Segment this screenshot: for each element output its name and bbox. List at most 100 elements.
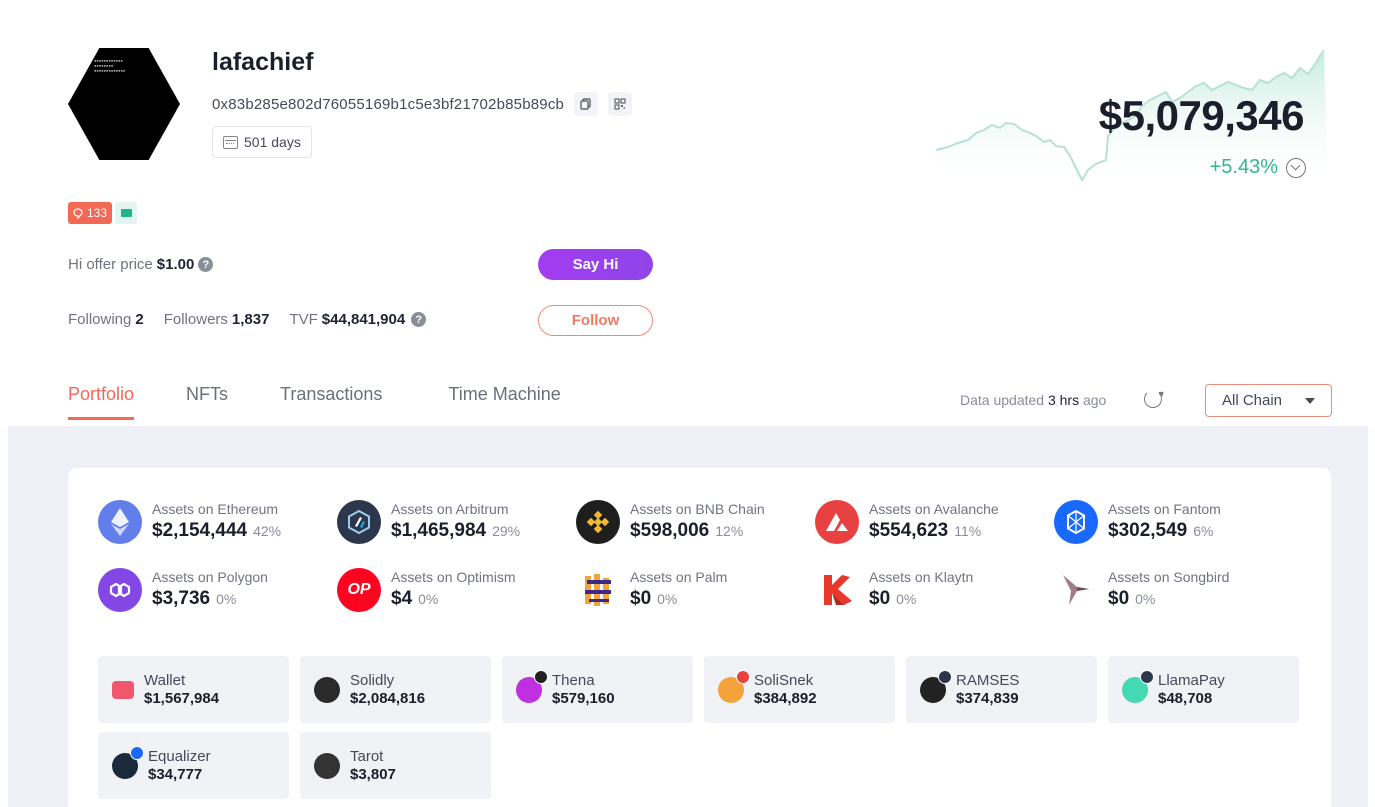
chain-asset-text: Assets on Klaytn $0 0% (869, 569, 973, 612)
fantom-icon (1054, 500, 1098, 544)
followers-count[interactable]: 1,837 (232, 311, 270, 328)
protocol-equalizer[interactable]: Equalizer $34,777 (98, 732, 289, 799)
protocol-thena[interactable]: Thena $579,160 (502, 656, 693, 723)
username: lafachief (212, 48, 314, 76)
protocol-wallet[interactable]: Wallet $1,567,984 (98, 656, 289, 723)
optimism-icon: OP (337, 568, 381, 612)
chain-asset-text: Assets on BNB Chain $598,006 12% (630, 501, 765, 544)
chain-asset-amount: $0 (869, 587, 891, 609)
qr-code-icon[interactable] (608, 92, 633, 116)
follow-button[interactable]: Follow (538, 305, 653, 336)
chain-asset-ethereum[interactable]: Assets on Ethereum $2,154,444 42% (98, 500, 337, 544)
protocol-tarot[interactable]: Tarot $3,807 (300, 732, 491, 799)
avatar-texture: ▪▪▪▪▪▪▪▪▪▪▪▪ ▪▪▪▪▪▪▪▪ ▪▪▪▪▪▪▪▪▪▪▪▪▪ (94, 58, 126, 73)
chain-asset-avalanche[interactable]: Assets on Avalanche $554,623 11% (815, 500, 1054, 544)
protocol-ramses[interactable]: RAMSES $374,839 (906, 656, 1097, 723)
tvf-value: $44,841,904 (321, 311, 406, 328)
change-percent: +5.43% (1209, 156, 1278, 178)
protocol-name: LlamaPay (1158, 671, 1225, 689)
chain-asset-polygon[interactable]: Assets on Polygon $3,736 0% (98, 568, 337, 612)
chain-asset-amount: $3,736 (152, 587, 211, 609)
ethereum-icon (98, 500, 142, 544)
protocol-value: $48,708 (1158, 689, 1213, 707)
tvf-help-icon[interactable]: ? (411, 312, 427, 327)
chain-select-value: All Chain (1222, 392, 1283, 409)
chain-asset-amount: $1,465,984 (391, 519, 487, 541)
chain-asset-label: Assets on Avalanche (869, 500, 999, 517)
chain-asset-label: Assets on Optimism (391, 568, 516, 585)
net-worth-value: $5,079,346 (1098, 92, 1305, 139)
following-count[interactable]: 2 (135, 311, 143, 328)
chain-asset-amount: $4 (391, 587, 413, 609)
protocol-solidly[interactable]: Solidly $2,084,816 (300, 656, 491, 723)
updated-value: 3 hrs (1047, 392, 1080, 408)
tab-portfolio[interactable]: Portfolio (68, 384, 135, 420)
tab-transactions[interactable]: Transactions (280, 384, 382, 420)
updated-suffix: ago (1082, 392, 1107, 408)
mail-badge[interactable] (115, 202, 138, 224)
chain-badge-icon (130, 745, 144, 760)
account-age-badge: 501 days (212, 126, 312, 158)
data-updated-status: Data updated 3 hrs ago (960, 392, 1106, 408)
message-count-badge[interactable]: 133 (68, 202, 113, 224)
chain-asset-arbitrum[interactable]: Assets on Arbitrum $1,465,984 29% (337, 500, 576, 544)
chain-badge-icon (736, 669, 750, 684)
net-worth-change[interactable]: +5.43% (1210, 156, 1306, 179)
chain-asset-percent: 0% (657, 590, 678, 607)
offer-price-row: Hi offer price $1.00 ? (68, 256, 214, 273)
account-age: 501 days (244, 134, 301, 150)
protocol-name: Equalizer (148, 747, 211, 765)
tarot-icon (314, 752, 340, 779)
protocol-value: $579,160 (552, 689, 615, 707)
offer-price-label: Hi offer price (68, 256, 153, 273)
chain-asset-percent: 29% (492, 522, 521, 539)
help-icon[interactable]: ? (198, 257, 214, 272)
chain-asset-optimism[interactable]: OP Assets on Optimism $4 0% (337, 568, 576, 612)
wallet-icon (112, 680, 134, 699)
chain-asset-text: Assets on Avalanche $554,623 11% (869, 501, 999, 544)
message-count: 133 (87, 206, 108, 220)
chain-asset-label: Assets on Klaytn (869, 568, 974, 585)
chain-asset-songbird[interactable]: Assets on Songbird $0 0% (1054, 568, 1293, 612)
chain-asset-palm[interactable]: Assets on Palm $0 0% (576, 568, 815, 612)
chain-asset-text: Assets on Optimism $4 0% (391, 569, 515, 612)
chain-asset-label: Assets on BNB Chain (630, 500, 765, 517)
protocol-text: Solidly $2,084,816 (350, 672, 425, 708)
optimism-logo-text: OP (347, 581, 371, 598)
polygon-icon (98, 568, 142, 612)
say-hi-button[interactable]: Say Hi (538, 249, 653, 280)
chain-asset-fantom[interactable]: Assets on Fantom $302,549 6% (1054, 500, 1293, 544)
protocol-name: Tarot (350, 747, 384, 765)
avalanche-icon (815, 500, 859, 544)
protocol-value: $374,839 (956, 689, 1019, 707)
chain-asset-klaytn[interactable]: Assets on Klaytn $0 0% (815, 568, 1054, 612)
chain-asset-text: Assets on Ethereum $2,154,444 42% (152, 501, 281, 544)
copy-icon[interactable] (574, 92, 599, 116)
avatar[interactable]: ▪▪▪▪▪▪▪▪▪▪▪▪ ▪▪▪▪▪▪▪▪ ▪▪▪▪▪▪▪▪▪▪▪▪▪ (68, 48, 180, 160)
chain-asset-label: Assets on Ethereum (152, 500, 279, 517)
protocol-value: $384,892 (754, 689, 817, 707)
chain-asset-amount: $2,154,444 (152, 519, 248, 541)
chain-asset-amount: $0 (630, 587, 652, 609)
chain-select[interactable]: All Chain (1205, 384, 1332, 417)
chain-asset-text: Assets on Fantom $302,549 6% (1108, 501, 1221, 544)
protocol-llamapay[interactable]: LlamaPay $48,708 (1108, 656, 1299, 723)
chain-asset-value: $3,736 0% (152, 586, 268, 612)
protocol-text: Wallet $1,567,984 (144, 672, 219, 708)
chain-asset-grid: Assets on Ethereum $2,154,444 42% Assets on… (98, 500, 1293, 612)
tab-nfts[interactable]: NFTs (186, 384, 228, 420)
chain-asset-value: $0 0% (869, 586, 973, 612)
chain-badge-icon (1140, 669, 1154, 684)
refresh-icon[interactable] (1144, 390, 1162, 408)
chain-asset-value: $0 0% (630, 586, 727, 612)
profile-page: ▪▪▪▪▪▪▪▪▪▪▪▪ ▪▪▪▪▪▪▪▪ ▪▪▪▪▪▪▪▪▪▪▪▪▪ lafach… (8, 6, 1368, 807)
chain-asset-label: Assets on Fantom (1108, 500, 1221, 517)
protocol-text: Thena $579,160 (552, 672, 615, 708)
protocol-grid: Wallet $1,567,984 Solidly $2,084,816 Thena $5… (98, 656, 1299, 799)
chain-asset-bnb[interactable]: Assets on BNB Chain $598,006 12% (576, 500, 815, 544)
tab-time-machine[interactable]: Time Machine (448, 384, 560, 420)
protocol-solisnek[interactable]: SoliSnek $384,892 (704, 656, 895, 723)
chevron-down-icon[interactable] (1286, 157, 1306, 178)
follow-stats-row: Following 2 Followers 1,837 TVF $44,841,… (68, 311, 427, 328)
protocol-text: SoliSnek $384,892 (754, 672, 817, 708)
